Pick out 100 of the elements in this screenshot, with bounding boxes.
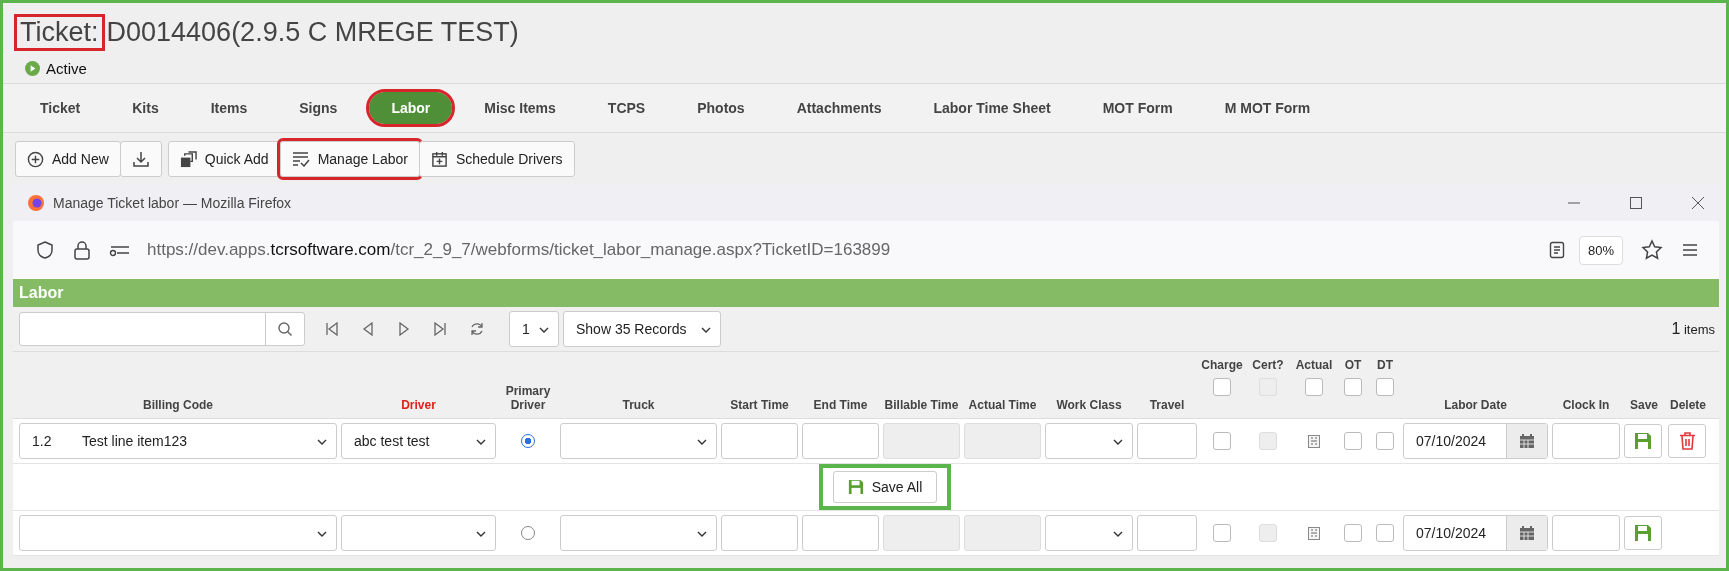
close-icon[interactable] [1691, 196, 1705, 210]
grid-title-bar: Labor [13, 279, 1719, 307]
download-icon [131, 150, 150, 168]
last-page-icon[interactable] [433, 322, 447, 336]
checkbox[interactable] [1376, 524, 1394, 542]
column-header: Billing Code [143, 398, 213, 412]
clock-in-field[interactable] [1552, 515, 1620, 551]
column-header: End Time [813, 398, 868, 412]
column-header: Labor Date [1444, 398, 1507, 412]
tab[interactable]: Ticket [40, 92, 81, 124]
column-header: Billable Time [884, 398, 959, 412]
column-header: Actual [1295, 358, 1333, 372]
url-text[interactable]: https://dev.apps.tcrsoftware.com/tcr_2_9_7/webforms/ticket_labor_manage.aspx?TicketID=163899 [147, 240, 891, 260]
work-class-select[interactable] [1045, 515, 1133, 551]
title-label: Ticket: [17, 17, 102, 48]
checkbox[interactable] [1344, 524, 1362, 542]
checkbox[interactable] [1376, 432, 1394, 450]
save-button[interactable] [1624, 516, 1662, 550]
tab[interactable]: Items [210, 92, 248, 124]
column-header: Clock In [1562, 398, 1610, 412]
chevron-icon [697, 439, 707, 445]
column-header: Cert? [1252, 358, 1284, 372]
travel-field[interactable] [1137, 423, 1197, 459]
primary-driver-radio[interactable] [521, 526, 535, 540]
billing-code-select[interactable]: 1.2 Test line item123 [19, 423, 337, 459]
driver-select[interactable] [341, 515, 496, 551]
checkbox[interactable] [1344, 432, 1362, 450]
save-button[interactable] [1624, 424, 1662, 458]
calendar-icon[interactable] [1519, 525, 1535, 541]
driver-select[interactable]: abc test test [341, 423, 496, 459]
plus-circle-icon [27, 150, 44, 168]
select-all-checkbox[interactable] [1344, 378, 1362, 396]
select-all-checkbox[interactable] [1213, 378, 1231, 396]
download-button[interactable] [119, 141, 162, 177]
tab[interactable]: Misc Items [484, 92, 556, 124]
start-time-field[interactable] [721, 515, 798, 551]
toolbar-button[interactable]: Manage Labor [279, 141, 420, 177]
column-header: DT [1377, 358, 1393, 372]
trash-icon [1678, 432, 1696, 450]
labor-date-field[interactable]: 07/10/2024 [1403, 423, 1548, 459]
calendar-icon[interactable] [1519, 433, 1535, 449]
first-page-icon[interactable] [325, 322, 339, 336]
select-all-checkbox[interactable] [1305, 378, 1323, 396]
truck-select[interactable] [560, 515, 717, 551]
start-time-field[interactable] [721, 423, 798, 459]
window-title: Manage Ticket labor — Mozilla Firefox [53, 195, 292, 211]
ticket-number: D0014406(2.9.5 C MREGE TEST) [106, 17, 519, 48]
column-header: Save [1630, 398, 1658, 412]
end-time-field[interactable] [802, 515, 879, 551]
next-page-icon[interactable] [397, 322, 411, 336]
chevron-icon [539, 327, 549, 333]
tab[interactable]: MOT Form [1102, 92, 1173, 124]
save-all-button[interactable]: Save All [832, 471, 938, 503]
chevron-icon [476, 531, 486, 537]
checkbox[interactable] [1213, 524, 1231, 542]
menu-icon[interactable] [1681, 242, 1699, 258]
save-icon [847, 479, 864, 495]
maximize-icon[interactable] [1629, 196, 1643, 210]
tab[interactable]: Signs [299, 92, 338, 124]
search-field[interactable] [19, 312, 305, 346]
previous-page-icon[interactable] [361, 322, 375, 336]
reader-view-icon[interactable] [1548, 241, 1565, 259]
clock-in-field[interactable] [1552, 423, 1620, 459]
travel-field[interactable] [1137, 515, 1197, 551]
refresh-icon[interactable] [469, 321, 485, 337]
labor-date-field[interactable]: 07/10/2024 [1403, 515, 1548, 551]
column-header: Truck [622, 398, 655, 412]
star-icon[interactable] [1641, 239, 1663, 261]
truck-select[interactable] [560, 423, 717, 459]
chevron-icon [1113, 439, 1123, 445]
select-all-checkbox[interactable] [1376, 378, 1394, 396]
search-icon[interactable] [277, 321, 293, 337]
column-header: Charge [1201, 358, 1243, 372]
tab[interactable]: Labor Time Sheet [933, 92, 1051, 124]
column-header: OT [1344, 358, 1362, 372]
chevron-icon [697, 531, 707, 537]
tab[interactable]: M MOT Form [1224, 92, 1311, 124]
chevron-icon [701, 327, 711, 333]
tab[interactable]: Labor [369, 92, 453, 124]
page-select[interactable]: 1 [509, 311, 559, 347]
tab[interactable]: Attachments [796, 92, 882, 124]
chevron-icon [1113, 531, 1123, 537]
tab[interactable]: Kits [132, 92, 159, 124]
tab[interactable]: TCPS [607, 92, 646, 124]
shield-icon [35, 240, 55, 260]
item-count: 1 items [1671, 320, 1715, 338]
toolbar-button[interactable]: Add New [15, 141, 121, 177]
primary-driver-radio[interactable] [521, 434, 535, 448]
tab[interactable]: Photos [697, 92, 745, 124]
work-class-select[interactable] [1045, 423, 1133, 459]
column-header: Delete [1670, 398, 1706, 412]
billing-code-select[interactable] [19, 515, 337, 551]
zoom-level[interactable]: 80% [1578, 235, 1623, 265]
end-time-field[interactable] [802, 423, 879, 459]
delete-button[interactable] [1668, 424, 1706, 458]
toolbar-button[interactable]: Schedule Drivers [418, 141, 575, 177]
broken-image-icon [1308, 526, 1320, 540]
column-header: Primary Driver [505, 384, 551, 412]
page-size-select[interactable]: Show 35 Records [563, 311, 721, 347]
checkbox[interactable] [1213, 432, 1231, 450]
